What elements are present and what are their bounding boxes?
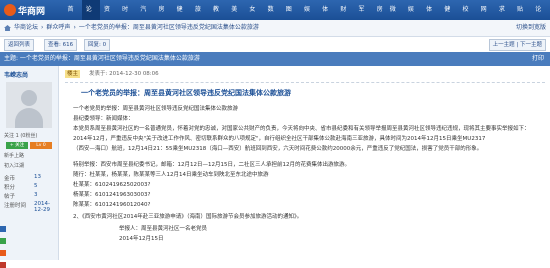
breadcrumb-bar: 华商论坛 › 群众呼声 › 一个老党员的举报：周至县黄河社区领导违反党纪国法集体… bbox=[0, 20, 550, 37]
body-line: （西安—海口）航班，12月14日21：55乘坐MU2318（海口—西安）航班回到… bbox=[73, 146, 483, 152]
nav-item[interactable]: 健康 bbox=[441, 0, 459, 33]
stat-value[interactable]: 5 bbox=[34, 183, 38, 189]
author-sidebar: 韦嵘志尚 关注 1 (0粉丝) + 关注 Lv 0 新手上路 初入江湖 金币 1… bbox=[0, 66, 59, 268]
level-badge: Lv 0 bbox=[30, 142, 52, 149]
stat-value: 2014-12-29 bbox=[34, 201, 50, 213]
next-topic-link[interactable]: 下一主题 bbox=[520, 42, 542, 48]
nav-item[interactable]: 资讯 bbox=[100, 0, 118, 33]
level-text: 新手上路 bbox=[4, 153, 25, 159]
breadcrumb-item-section[interactable]: 群众呼声 bbox=[46, 20, 70, 36]
nav-item[interactable]: 贴吧 bbox=[514, 0, 532, 33]
weibo-icon[interactable] bbox=[0, 250, 6, 256]
wide-layout-link[interactable]: 切换到宽版 bbox=[516, 20, 546, 36]
wechat-icon[interactable] bbox=[0, 238, 6, 244]
logo-mark-icon bbox=[4, 4, 16, 16]
nav-item[interactable]: 论坛 bbox=[82, 0, 101, 33]
follow-button[interactable]: + 关注 bbox=[6, 142, 28, 149]
nav-item[interactable]: 首页 bbox=[64, 0, 82, 33]
breadcrumb-separator: › bbox=[73, 24, 76, 31]
breadcrumb: 华商论坛 › 群众呼声 › 一个老党员的举报：周至县黄河社区领导违反党纪国法集体… bbox=[4, 20, 259, 36]
nav-item[interactable]: 体育 bbox=[319, 0, 337, 33]
nav-item[interactable]: 图片 bbox=[282, 0, 300, 33]
nav-item[interactable]: 女子 bbox=[246, 0, 264, 33]
post-title: 一个老党员的举报：周至县黄河社区领导违反党纪国法集体公款旅游 bbox=[81, 89, 291, 97]
site-logo[interactable]: 华商网 bbox=[4, 3, 45, 17]
nav-item[interactable]: 网购 bbox=[477, 0, 495, 33]
top-nav-bar: 华商网 首页论坛资讯时尚汽车房产健康旅游教育美食女子数码图片娱乐体育财经军事房微… bbox=[0, 0, 550, 33]
qzone-icon[interactable] bbox=[0, 262, 6, 268]
stat-label: 帖子 bbox=[4, 194, 16, 200]
logo-text: 华商网 bbox=[18, 6, 46, 17]
thread-title: 主题: 一个老党员的举报：周至县黄河社区领导违反党纪国法集体公款旅游 bbox=[4, 55, 200, 62]
breadcrumb-item-forum[interactable]: 华商论坛 bbox=[14, 20, 38, 36]
nav-item[interactable]: 财经 bbox=[337, 0, 355, 33]
body-line: 一个老党员的举报：周至县黄河社区领导违反党纪国法集体公款旅游 bbox=[73, 106, 239, 112]
prev-next-button[interactable]: 上一主题 | 下一主题 bbox=[488, 39, 546, 51]
nav-item[interactable]: 健康 bbox=[173, 0, 191, 33]
nav-item[interactable]: 体育 bbox=[423, 0, 441, 33]
nav-item[interactable]: 美食 bbox=[228, 0, 246, 33]
nav-item[interactable]: 论坛 bbox=[532, 0, 550, 33]
stat-value[interactable]: 13 bbox=[34, 174, 41, 180]
closing-line: 2014年12月15日 bbox=[119, 236, 164, 242]
nav-item[interactable]: 娱乐 bbox=[404, 0, 422, 33]
nav-item[interactable]: 汽车 bbox=[137, 0, 155, 33]
body-line: 特别举报：西安市周至县纪委书记，邮箱：12月12日—12月15日，二社区三人承担… bbox=[73, 162, 350, 168]
print-link[interactable]: 打印 bbox=[532, 52, 544, 66]
stat-label: 金币 bbox=[4, 176, 16, 182]
nav-item[interactable]: 房 bbox=[373, 0, 386, 20]
home-icon[interactable] bbox=[4, 25, 11, 31]
body-line: 杜某某：610241962502003? bbox=[73, 182, 151, 188]
nav-item[interactable]: 求子 bbox=[495, 0, 513, 33]
nav-item[interactable]: 微博 bbox=[386, 0, 404, 33]
post-content: 楼主 发表于: 2014-12-30 08:06 一个老党员的举报：周至县黄河社… bbox=[59, 66, 550, 260]
stat-value[interactable]: 3 bbox=[34, 192, 38, 198]
stat-label: 积分 bbox=[4, 185, 16, 191]
avatar[interactable] bbox=[6, 82, 52, 128]
body-line: 县纪委领导：新闻媒体： bbox=[73, 116, 134, 122]
body-line: 陈某某：610124196012040? bbox=[73, 202, 151, 208]
main-nav: 首页论坛资讯时尚汽车房产健康旅游教育美食女子数码图片娱乐体育财经军事房微博娱乐体… bbox=[64, 0, 550, 33]
post-time: 发表于: 2014-12-30 08:06 bbox=[89, 71, 159, 77]
nav-item[interactable]: 时尚 bbox=[119, 0, 137, 33]
body-line: 杨某某：610124196303003? bbox=[73, 192, 151, 198]
prev-topic-link[interactable]: 上一主题 bbox=[493, 42, 515, 48]
nav-item[interactable]: 娱乐 bbox=[300, 0, 318, 33]
return-list-button[interactable]: 返回列表 bbox=[4, 39, 35, 51]
follow-count[interactable]: 关注 1 (0粉丝) bbox=[4, 132, 37, 139]
closing-line: 举报人：周至县黄河社区一名老党员 bbox=[119, 226, 208, 232]
breadcrumb-item-thread[interactable]: 一个老党员的举报：周至县黄河社区领导违反党纪国法集体公款旅游 bbox=[79, 20, 259, 36]
nav-item[interactable]: 旅游 bbox=[191, 0, 209, 33]
views-count: 查看: 616 bbox=[44, 39, 78, 51]
nav-item[interactable]: 校园 bbox=[459, 0, 477, 33]
divider bbox=[65, 82, 545, 83]
floor-tag: 楼主 bbox=[65, 70, 81, 78]
replies-count: 回复: 0 bbox=[84, 39, 111, 51]
thread-toolbar: 返回列表 查看: 616 回复: 0 上一主题 | 下一主题 bbox=[0, 37, 550, 51]
breadcrumb-separator: › bbox=[41, 24, 44, 31]
nav-item[interactable]: 军事 bbox=[355, 0, 373, 33]
nav-item[interactable]: 教育 bbox=[210, 0, 228, 33]
stat-label: 注册时间 bbox=[4, 203, 27, 209]
body-line: 随行：杜某某，杨某某，陈某某等三人12月14日乘坐动车到陕北至东北途中旅游 bbox=[73, 172, 269, 178]
share-icon[interactable] bbox=[0, 226, 6, 232]
body-line: 2014年12月，严重违反中央"关于改进工作作风、密切联系群众的八项规定"，自行… bbox=[73, 136, 486, 142]
nav-item[interactable]: 房产 bbox=[155, 0, 173, 33]
nav-item[interactable]: 数码 bbox=[264, 0, 282, 33]
rank-badge: 初入江湖 bbox=[4, 163, 25, 169]
body-line: 本党员系周至县黄河社区的一名普通党员，怀着对党的忠诚，对国家公共财产的负责，今天… bbox=[73, 126, 530, 132]
body-line: 2、《西安市黄河社区2014年赴三亚旅游申请》（海南）国际旅游节会员参加旅游活动… bbox=[73, 214, 303, 220]
thread-title-bar: 主题: 一个老党员的举报：周至县黄河社区领导违反党纪国法集体公款旅游 打印 bbox=[0, 52, 550, 66]
author-name[interactable]: 韦嵘志尚 bbox=[4, 70, 28, 79]
